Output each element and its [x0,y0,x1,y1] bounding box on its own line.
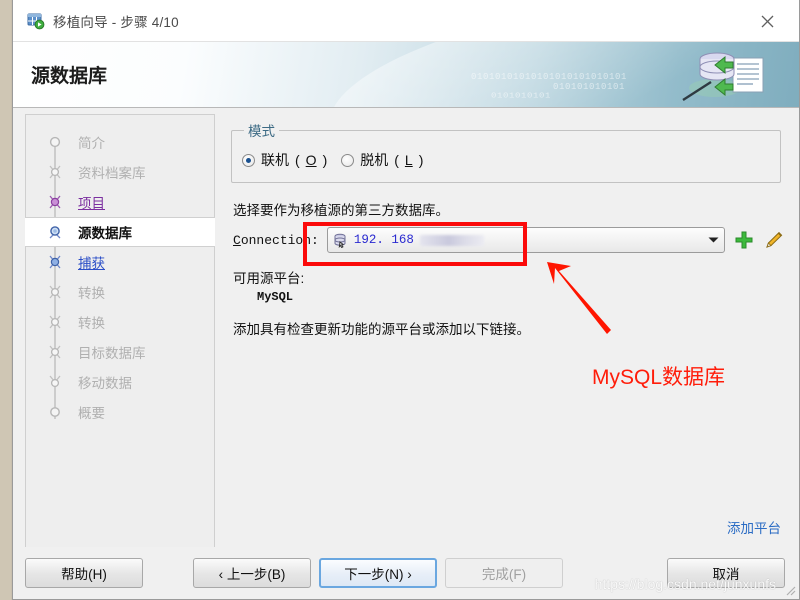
sidebar-item-intro[interactable]: 简介 [26,127,214,157]
sidebar-item-repository[interactable]: 资料档案库 [26,157,214,187]
step-node-icon [48,375,62,389]
sidebar-item-label: 转换 [78,286,105,301]
step-node-icon [48,165,62,179]
wizard-content: 模式 联机 (O) 脱机 (L) 选择要作为移植源的第三方数据库。 Connec… [215,114,791,547]
finish-button: 完成(F) [445,558,563,588]
sidebar-item-label: 简介 [78,136,105,151]
sidebar-item-convert-1[interactable]: 转换 [26,277,214,307]
page-banner: 01010101010101010101010101 010101010101 … [13,42,799,108]
radio-offline-label: 脱机 [360,152,389,168]
chevron-down-icon[interactable] [704,229,722,251]
database-connection-icon [333,233,348,248]
sidebar-item-label: 转换 [78,316,105,331]
radio-offline-mnemonic: L [404,152,413,168]
step-node-icon [48,195,62,209]
wizard-steps-sidebar: 简介 资料档案库 项目 源数据库 捕获 转换 转换 目标数据库 移动数据 概要 [25,114,215,547]
source-database-description: 选择要作为移植源的第三方数据库。 [233,203,449,218]
sidebar-item-label: 资料档案库 [78,166,146,181]
step-end-icon [48,405,62,419]
title-bar: 移植向导 - 步骤 4/10 [13,0,799,42]
screen: 移植向导 - 步骤 4/10 0101010101010101010101010… [0,0,800,600]
step-current-icon [48,225,62,239]
sidebar-item-label: 捕获 [78,256,105,271]
connection-row: Connection: 192. 168 [233,227,785,253]
sidebar-item-convert-2[interactable]: 转换 [26,307,214,337]
sidebar-item-label: 目标数据库 [78,346,146,361]
database-migration-graphic [681,48,773,106]
resize-grip[interactable] [783,583,796,596]
help-button[interactable]: 帮助(H) [25,558,143,588]
radio-offline-mnemonic-close: ) [418,152,424,168]
available-platforms-title: 可用源平台: [233,271,305,286]
radio-offline-indicator [341,153,355,167]
banner-binary-text-c: 0101010101 [491,92,552,100]
radio-online-label: 联机 [261,152,289,168]
connection-label: Connection: [233,233,319,248]
wizard-footer: 帮助(H) ‹ 上一步(B) 下一步(N) › 完成(F) 取消 [13,547,799,599]
sidebar-item-summary[interactable]: 概要 [26,397,214,427]
annotation-callout-text: MySQL数据库 [592,366,726,389]
sidebar-item-label: 概要 [78,406,105,421]
radio-offline-mnemonic-open: ( [394,152,399,168]
step-node-icon [48,345,62,359]
window-title: 移植向导 - 步骤 4/10 [53,14,179,30]
connection-label-mnemonic: C [233,232,241,248]
back-button[interactable]: ‹ 上一步(B) [193,558,311,588]
banner-binary-text-b: 010101010101 [553,82,626,92]
sidebar-item-source-database[interactable]: 源数据库 [25,217,215,247]
migration-wizard-window: 移植向导 - 步骤 4/10 0101010101010101010101010… [12,0,800,600]
radio-online-mnemonic-close: ) [322,152,328,168]
add-platform-link[interactable]: 添加平台 [727,517,781,537]
radio-online[interactable]: 联机 ( O) [242,150,327,170]
wizard-body: 简介 资料档案库 项目 源数据库 捕获 转换 转换 目标数据库 移动数据 概要 … [13,108,799,547]
sidebar-item-target-database[interactable]: 目标数据库 [26,337,214,367]
step-done-icon [48,135,62,149]
cancel-button[interactable]: 取消 [667,558,785,588]
sidebar-item-label: 移动数据 [78,376,132,391]
add-connection-button[interactable] [733,229,755,251]
radio-online-mnemonic-open: ( [295,152,300,168]
sidebar-item-label: 项目 [78,196,105,211]
mode-radio-row: 联机 ( O) 脱机 ( L) [242,150,770,170]
step-node-icon [48,315,62,329]
connection-combobox[interactable]: 192. 168 [326,227,725,253]
connection-label-rest: onnection: [240,232,319,248]
next-button[interactable]: 下一步(N) › [319,558,437,588]
edit-connection-button[interactable] [763,229,785,251]
mode-group-legend: 模式 [248,124,275,139]
radio-offline[interactable]: 脱机 ( L) [341,150,423,170]
redacted-connection-text [419,234,484,246]
migration-wizard-icon [27,12,45,30]
sidebar-item-move-data[interactable]: 移动数据 [26,367,214,397]
page-title: 源数据库 [31,66,108,87]
add-platform-hint: 添加具有检查更新功能的源平台或添加以下链接。 [233,322,530,337]
step-node-icon [48,255,62,269]
banner-binary-text-a: 01010101010101010101010101 [471,72,628,82]
sidebar-item-project[interactable]: 项目 [26,187,214,217]
connection-value: 192. 168 [353,233,414,247]
step-node-icon [48,285,62,299]
radio-online-mnemonic: O [305,152,317,168]
sidebar-item-capture[interactable]: 捕获 [26,247,214,277]
radio-online-indicator [242,153,255,167]
mode-group: 模式 联机 ( O) 脱机 ( L) [231,120,781,183]
close-icon[interactable] [745,4,789,38]
sidebar-item-label: 源数据库 [78,226,132,241]
available-platform-item: MySQL [257,290,294,304]
